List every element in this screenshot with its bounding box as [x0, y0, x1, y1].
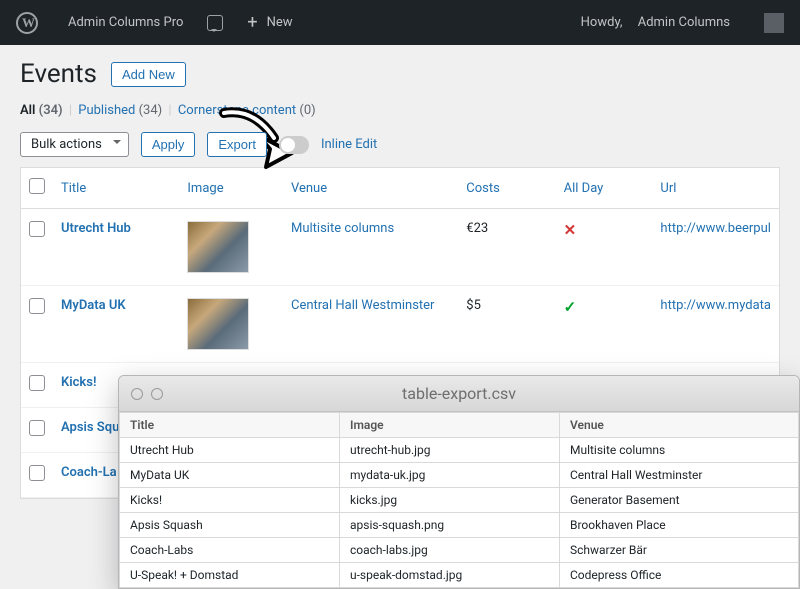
- col-title[interactable]: Title: [53, 168, 179, 209]
- csv-cell: Coach-Labs: [120, 538, 340, 563]
- csv-cell: Utrecht Hub: [120, 438, 340, 463]
- row-checkbox[interactable]: [29, 221, 45, 237]
- row-checkbox[interactable]: [29, 298, 45, 314]
- page-title: Events: [20, 59, 97, 89]
- col-url[interactable]: Url: [652, 168, 779, 209]
- col-allday[interactable]: All Day: [556, 168, 653, 209]
- csv-cell: U-Speak! + Domstad: [120, 563, 340, 588]
- apply-button[interactable]: Apply: [141, 132, 196, 157]
- comments-icon[interactable]: [207, 15, 223, 31]
- row-venue[interactable]: Central Hall Westminster: [283, 286, 458, 363]
- csv-row: MyData UKmydata-uk.jpgCentral Hall Westm…: [120, 463, 799, 488]
- minimize-traffic-light-icon[interactable]: [151, 388, 163, 400]
- page-heading: Events Add New: [20, 59, 780, 89]
- status-filters: All (34) | Published (34) | Cornerstone …: [20, 103, 780, 118]
- csv-cell: Kicks!: [120, 488, 340, 513]
- csv-cell: MyData UK: [120, 463, 340, 488]
- table-row: MyData UK Central Hall Westminster$5 ✓ http…: [21, 286, 779, 363]
- row-title-link[interactable]: MyData UK: [61, 298, 126, 313]
- filter-published[interactable]: Published (34): [78, 103, 162, 118]
- bulk-actions-label: Bulk actions: [31, 137, 102, 152]
- check-icon: ✓: [564, 298, 577, 316]
- wordpress-logo-icon[interactable]: [16, 12, 38, 34]
- inline-edit-label: Inline Edit: [321, 137, 377, 152]
- csv-table: TitleImageVenue Utrecht Hubutrecht-hub.j…: [119, 412, 799, 588]
- row-allday: ✓: [556, 286, 653, 363]
- row-costs: €23: [458, 209, 555, 286]
- csv-row: U-Speak! + Domstadu-speak-domstad.jpgCod…: [120, 563, 799, 588]
- col-image[interactable]: Image: [179, 168, 283, 209]
- csv-cell: coach-labs.jpg: [340, 538, 560, 563]
- csv-preview-window: table-export.csv TitleImageVenue Utrecht…: [118, 375, 800, 589]
- csv-col-header: Venue: [560, 413, 799, 438]
- csv-cell: Multisite columns: [560, 438, 799, 463]
- thumbnail-image[interactable]: [187, 298, 249, 350]
- bulk-actions-select[interactable]: Bulk actions: [20, 132, 129, 157]
- csv-row: Kicks!kicks.jpgGenerator Basement: [120, 488, 799, 513]
- select-all-checkbox[interactable]: [29, 178, 45, 194]
- thumbnail-image[interactable]: [187, 221, 249, 273]
- csv-cell: u-speak-domstad.jpg: [340, 563, 560, 588]
- inline-edit-toggle[interactable]: [279, 136, 309, 154]
- new-content-link[interactable]: New: [247, 15, 292, 30]
- x-icon: ✕: [564, 221, 577, 239]
- avatar[interactable]: [764, 13, 784, 33]
- csv-cell: Central Hall Westminster: [560, 463, 799, 488]
- row-checkbox[interactable]: [29, 375, 45, 391]
- site-title[interactable]: Admin Columns Pro: [68, 15, 183, 30]
- row-checkbox[interactable]: [29, 420, 45, 436]
- csv-col-header: Image: [340, 413, 560, 438]
- csv-filename: table-export.csv: [171, 384, 747, 403]
- csv-row: Apsis Squashapsis-squash.pngBrookhaven P…: [120, 513, 799, 538]
- csv-col-header: Title: [120, 413, 340, 438]
- row-title-link[interactable]: Kicks!: [61, 375, 96, 390]
- row-venue[interactable]: Multisite columns: [283, 209, 458, 286]
- close-traffic-light-icon[interactable]: [131, 388, 143, 400]
- csv-cell: Brookhaven Place: [560, 513, 799, 538]
- csv-row: Coach-Labscoach-labs.jpgSchwarzer Bär: [120, 538, 799, 563]
- csv-cell: Generator Basement: [560, 488, 799, 513]
- row-title-link[interactable]: Utrecht Hub: [61, 221, 131, 236]
- csv-cell: apsis-squash.png: [340, 513, 560, 538]
- csv-cell: Apsis Squash: [120, 513, 340, 538]
- row-url[interactable]: http://www.beerpul: [652, 209, 779, 286]
- csv-cell: mydata-uk.jpg: [340, 463, 560, 488]
- csv-cell: Schwarzer Bär: [560, 538, 799, 563]
- bulk-action-row: Bulk actions Apply Export Inline Edit: [20, 132, 780, 157]
- filter-cornerstone[interactable]: Cornerstone content (0): [178, 103, 316, 118]
- filter-all[interactable]: All (34): [20, 103, 63, 118]
- csv-row: Utrecht Hubutrecht-hub.jpgMultisite colu…: [120, 438, 799, 463]
- chevron-down-icon: [113, 140, 121, 148]
- row-checkbox[interactable]: [29, 465, 45, 481]
- table-row: Utrecht Hub Multisite columns€23 ✕ http://w…: [21, 209, 779, 286]
- row-url[interactable]: http://www.mydata: [652, 286, 779, 363]
- row-title-link[interactable]: Coach-La: [61, 465, 117, 480]
- csv-titlebar[interactable]: table-export.csv: [119, 376, 799, 412]
- col-costs[interactable]: Costs: [458, 168, 555, 209]
- export-button[interactable]: Export: [207, 132, 267, 157]
- add-new-button[interactable]: Add New: [111, 62, 186, 87]
- admin-bar: Admin Columns Pro New Howdy, Admin Colum…: [0, 0, 800, 45]
- howdy-text[interactable]: Howdy, Admin Columns: [581, 15, 730, 30]
- row-allday: ✕: [556, 209, 653, 286]
- row-title-link[interactable]: Apsis Squ: [61, 420, 119, 435]
- csv-cell: kicks.jpg: [340, 488, 560, 513]
- col-venue[interactable]: Venue: [283, 168, 458, 209]
- row-costs: $5: [458, 286, 555, 363]
- csv-cell: Codepress Office: [560, 563, 799, 588]
- csv-cell: utrecht-hub.jpg: [340, 438, 560, 463]
- new-label: New: [267, 15, 293, 30]
